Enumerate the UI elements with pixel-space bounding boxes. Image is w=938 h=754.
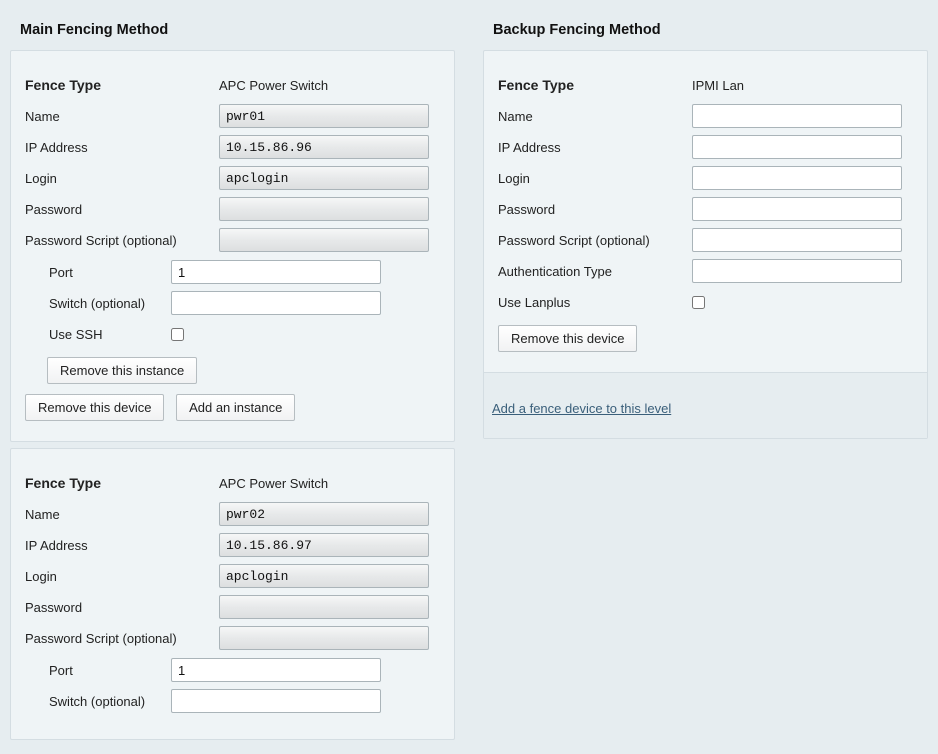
instance-block: Port Switch (optional) Use SSH Remove th… <box>47 259 442 384</box>
password-input[interactable] <box>692 197 902 221</box>
remove-device-button[interactable]: Remove this device <box>498 325 637 352</box>
login-input[interactable] <box>219 564 429 588</box>
ip-label: IP Address <box>23 538 219 553</box>
add-fence-device-link[interactable]: Add a fence device to this level <box>492 401 671 416</box>
add-instance-button[interactable]: Add an instance <box>176 394 295 421</box>
ip-input[interactable] <box>692 135 902 159</box>
ip-input[interactable] <box>219 135 429 159</box>
login-label: Login <box>496 171 692 186</box>
login-label: Login <box>23 171 219 186</box>
lanplus-label: Use Lanplus <box>496 295 692 310</box>
switch-input[interactable] <box>171 689 381 713</box>
switch-label: Switch (optional) <box>47 694 171 709</box>
fence-type-label: Fence Type <box>23 475 219 491</box>
pwscript-input[interactable] <box>219 228 429 252</box>
password-input[interactable] <box>219 595 429 619</box>
port-input[interactable] <box>171 260 381 284</box>
pwscript-label: Password Script (optional) <box>23 631 219 646</box>
login-input[interactable] <box>219 166 429 190</box>
ip-input[interactable] <box>219 533 429 557</box>
name-label: Name <box>496 109 692 124</box>
main-device-panel-1: Fence Type APC Power Switch Name IP Addr… <box>10 50 455 442</box>
pwscript-input[interactable] <box>692 228 902 252</box>
switch-input[interactable] <box>171 291 381 315</box>
fence-type-label: Fence Type <box>496 77 692 93</box>
instance-block: Port Switch (optional) <box>47 657 442 714</box>
main-device-panel-2: Fence Type APC Power Switch Name IP Addr… <box>10 448 455 740</box>
backup-device-panel: Fence Type IPMI Lan Name IP Address Logi… <box>483 50 928 439</box>
fence-type-value: APC Power Switch <box>219 476 328 491</box>
port-label: Port <box>47 265 171 280</box>
name-input[interactable] <box>219 104 429 128</box>
port-label: Port <box>47 663 171 678</box>
password-label: Password <box>23 202 219 217</box>
fence-type-value: APC Power Switch <box>219 78 328 93</box>
ip-label: IP Address <box>23 140 219 155</box>
switch-label: Switch (optional) <box>47 296 171 311</box>
ssh-checkbox[interactable] <box>171 328 184 341</box>
port-input[interactable] <box>171 658 381 682</box>
login-input[interactable] <box>692 166 902 190</box>
backup-fencing-title: Backup Fencing Method <box>493 22 932 38</box>
auth-label: Authentication Type <box>496 264 692 279</box>
remove-instance-button[interactable]: Remove this instance <box>47 357 197 384</box>
main-fencing-title: Main Fencing Method <box>20 22 459 38</box>
ip-label: IP Address <box>496 140 692 155</box>
password-label: Password <box>23 600 219 615</box>
name-label: Name <box>23 507 219 522</box>
fence-type-label: Fence Type <box>23 77 219 93</box>
pwscript-label: Password Script (optional) <box>496 233 692 248</box>
name-input[interactable] <box>219 502 429 526</box>
name-input[interactable] <box>692 104 902 128</box>
pwscript-label: Password Script (optional) <box>23 233 219 248</box>
add-fence-link-block: Add a fence device to this level <box>484 372 927 438</box>
pwscript-input[interactable] <box>219 626 429 650</box>
login-label: Login <box>23 569 219 584</box>
name-label: Name <box>23 109 219 124</box>
lanplus-checkbox[interactable] <box>692 296 705 309</box>
password-label: Password <box>496 202 692 217</box>
ssh-label: Use SSH <box>47 327 171 342</box>
password-input[interactable] <box>219 197 429 221</box>
auth-input[interactable] <box>692 259 902 283</box>
remove-device-button[interactable]: Remove this device <box>25 394 164 421</box>
fence-type-value: IPMI Lan <box>692 78 744 93</box>
